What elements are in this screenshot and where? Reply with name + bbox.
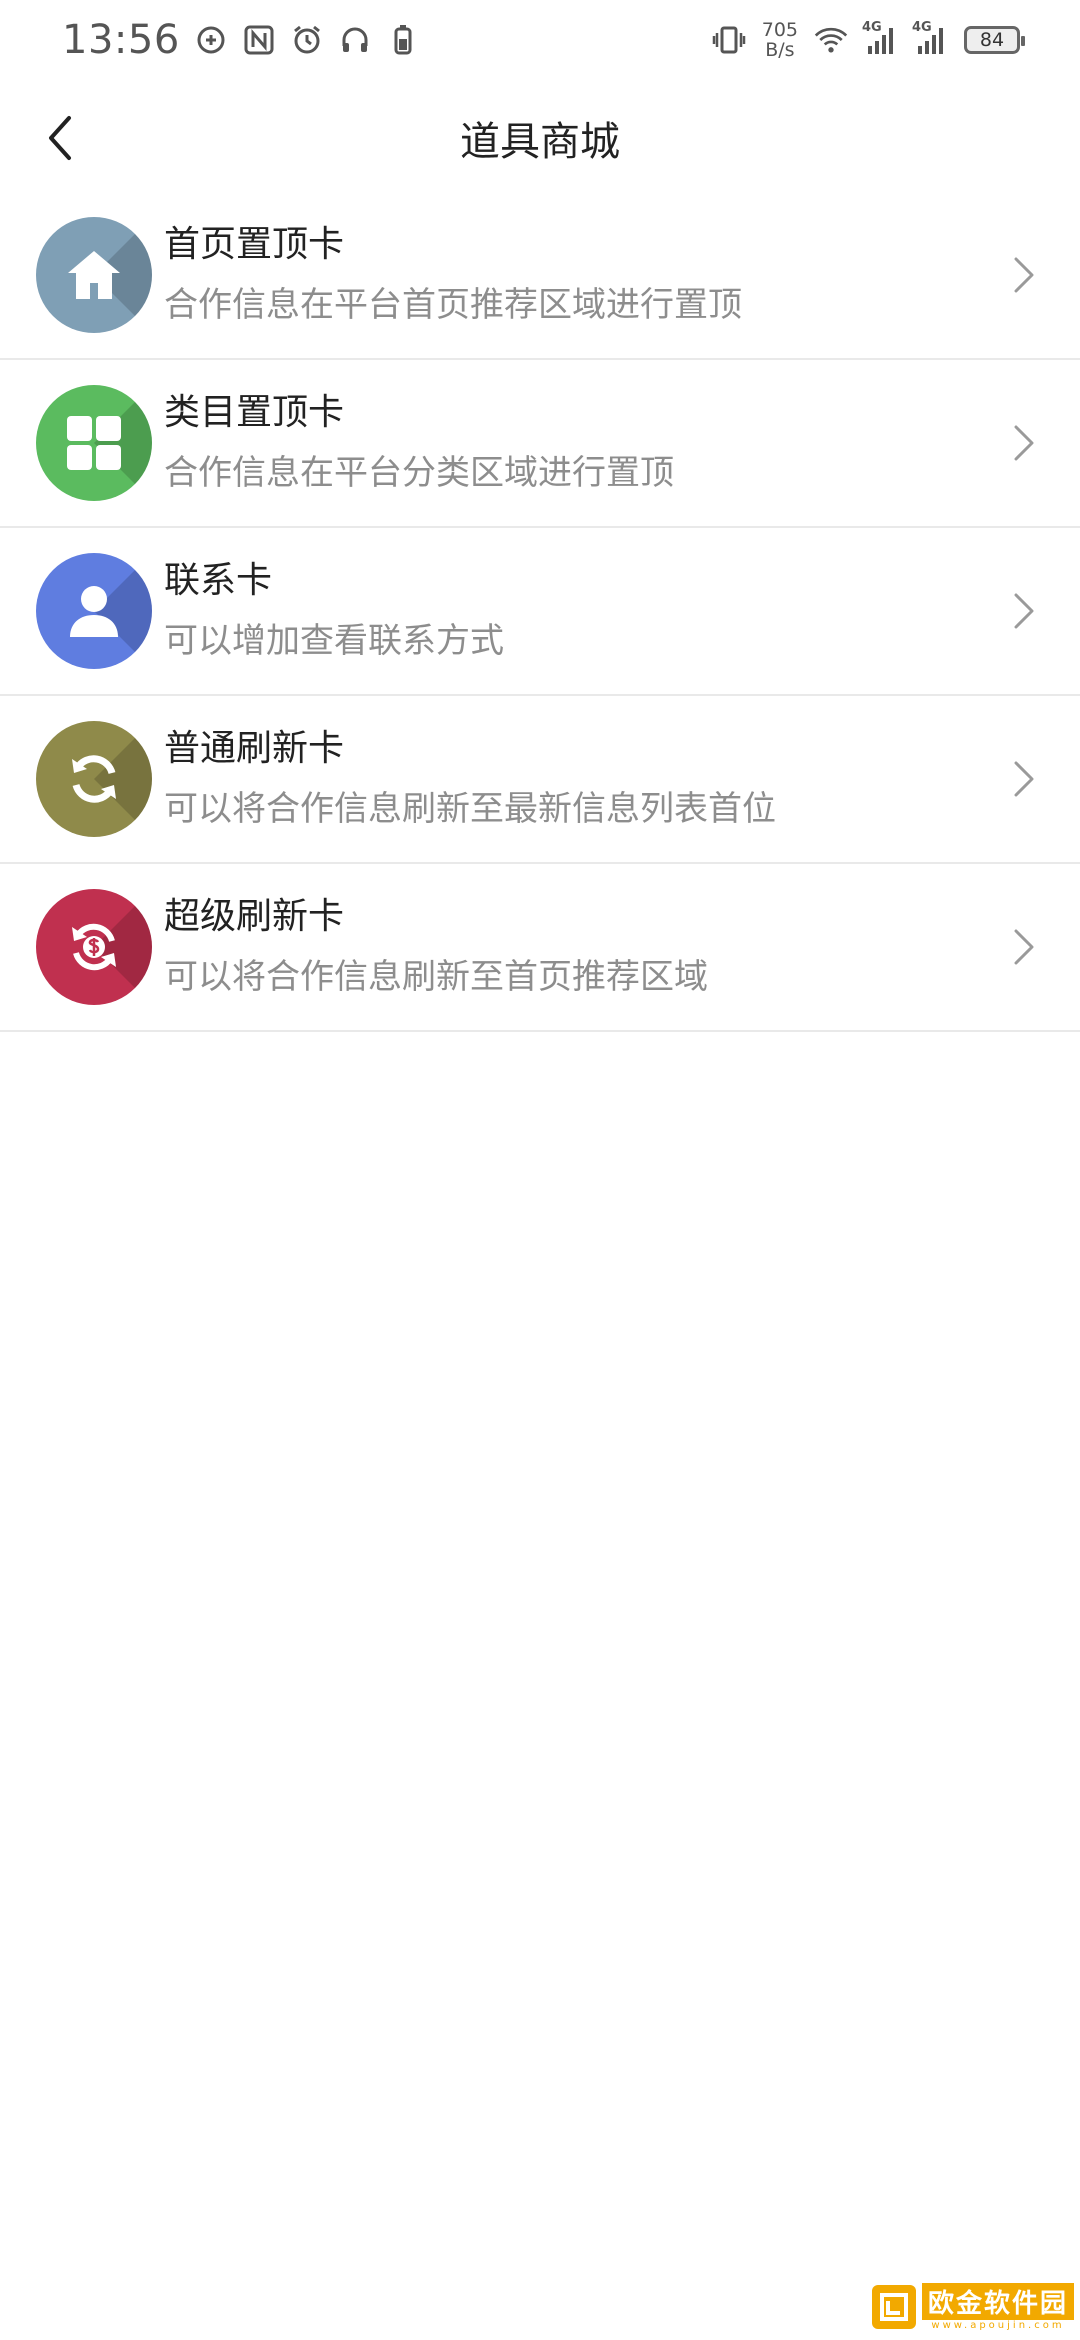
chevron-right-icon [1014, 425, 1034, 461]
chevron-right-icon [1014, 761, 1034, 797]
item-description: 合作信息在平台首页推荐区域进行置顶 [164, 285, 742, 325]
item-description: 可以将合作信息刷新至首页推荐区域 [164, 957, 708, 997]
headphones-icon [338, 23, 372, 57]
item-description: 合作信息在平台分类区域进行置顶 [164, 453, 674, 493]
list-item-category-top-card[interactable]: 类目置顶卡 合作信息在平台分类区域进行置顶 [0, 360, 1080, 528]
watermark: 欧金软件园 www.apoujin.com [871, 2280, 1074, 2334]
home-icon [68, 251, 120, 299]
list-item-normal-refresh-card[interactable]: 普通刷新卡 可以将合作信息刷新至最新信息列表首位 [0, 696, 1080, 864]
refresh-icon [72, 755, 116, 803]
chevron-left-icon [49, 116, 71, 160]
battery-indicator: 84 [964, 26, 1025, 54]
list-item-contact-card[interactable]: 联系卡 可以增加查看联系方式 [0, 528, 1080, 696]
vibrate-icon [712, 23, 746, 57]
watermark-main: 欧金软件园 [921, 2283, 1074, 2320]
watermark-logo-icon [871, 2285, 916, 2329]
cell-type-1: 4G [862, 20, 882, 35]
chevron-right-icon [1014, 257, 1034, 293]
icon-badge [36, 889, 152, 1005]
list-item-home-top-card[interactable]: 首页置顶卡 合作信息在平台首页推荐区域进行置顶 [0, 192, 1080, 360]
status-bar: 13:56 705 B/s 4G 4G 84 [0, 0, 1080, 80]
icon-badge [36, 721, 152, 837]
chevron-right-icon [1014, 593, 1034, 629]
item-title: 普通刷新卡 [164, 728, 345, 769]
clock-time: 13:56 [62, 17, 180, 63]
item-description: 可以增加查看联系方式 [164, 621, 504, 661]
item-description: 可以将合作信息刷新至最新信息列表首位 [164, 789, 776, 829]
refresh-dollar-icon [72, 923, 116, 971]
item-title: 首页置顶卡 [164, 224, 345, 265]
status-right: 705 B/s 4G 4G 84 [712, 20, 1025, 60]
item-title: 联系卡 [164, 560, 273, 601]
chevron-right-icon [1014, 929, 1034, 965]
network-speed-value: 705 [761, 19, 798, 41]
battery-small-icon [386, 23, 420, 57]
grid-icon [67, 416, 121, 470]
network-speed: 705 B/s [762, 20, 798, 60]
icon-badge [36, 553, 152, 669]
cell-type-2: 4G [912, 20, 932, 35]
cell-signal-2: 4G [912, 20, 948, 56]
back-button[interactable] [30, 108, 90, 168]
alarm-icon [290, 23, 324, 57]
item-texts: 普通刷新卡 可以将合作信息刷新至最新信息列表首位 [164, 724, 776, 834]
item-texts: 类目置顶卡 合作信息在平台分类区域进行置顶 [164, 388, 674, 498]
item-texts: 超级刷新卡 可以将合作信息刷新至首页推荐区域 [164, 892, 708, 1002]
watermark-sub: www.apoujin.com [931, 2320, 1065, 2331]
item-title: 超级刷新卡 [164, 896, 345, 937]
wifi-icon [814, 23, 848, 57]
network-speed-unit: B/s [765, 39, 795, 61]
cell-signal-1: 4G [862, 20, 898, 56]
user-icon [70, 586, 118, 637]
status-left: 13:56 [62, 17, 420, 63]
tool-list: 首页置顶卡 合作信息在平台首页推荐区域进行置顶 类目置顶卡 合作信息在平台分类区… [0, 192, 1080, 1032]
app-header: 道具商城 [0, 90, 1080, 186]
item-texts: 首页置顶卡 合作信息在平台首页推荐区域进行置顶 [164, 220, 742, 330]
item-title: 类目置顶卡 [164, 392, 345, 433]
battery-level: 84 [979, 29, 1005, 51]
icon-badge [36, 217, 152, 333]
list-item-super-refresh-card[interactable]: 超级刷新卡 可以将合作信息刷新至首页推荐区域 [0, 864, 1080, 1032]
watermark-text: 欧金软件园 www.apoujin.com [921, 2283, 1074, 2331]
nfc-icon [242, 23, 276, 57]
icon-badge [36, 385, 152, 501]
data-saver-icon [194, 23, 228, 57]
page-title: 道具商城 [460, 119, 620, 165]
item-texts: 联系卡 可以增加查看联系方式 [164, 556, 504, 666]
